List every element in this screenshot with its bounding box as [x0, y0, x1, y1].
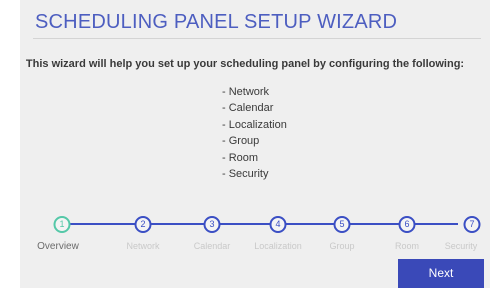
step-6-indicator[interactable]: 6 [398, 216, 416, 233]
step-1-label: Overview [37, 241, 79, 252]
step-4-indicator[interactable]: 4 [269, 216, 287, 233]
step-2-indicator[interactable]: 2 [134, 216, 152, 233]
step-1-indicator[interactable]: 1 [53, 216, 71, 233]
step-3-indicator[interactable]: 3 [203, 216, 221, 233]
step-4-label: Localization [254, 241, 302, 251]
step-7-indicator[interactable]: 7 [463, 216, 481, 233]
step-5-indicator[interactable]: 5 [333, 216, 351, 233]
next-button[interactable]: Next [398, 259, 484, 288]
step-6-label: Room [394, 241, 420, 251]
step-progress: 1 2 3 4 5 6 7 Overview Network Calendar … [0, 0, 490, 288]
wizard-panel: SCHEDULING PANEL SETUP WIZARD This wizar… [20, 0, 490, 288]
step-3-label: Calendar [193, 241, 231, 251]
step-7-label: Security [444, 241, 478, 251]
step-2-label: Network [126, 241, 160, 251]
step-5-label: Group [329, 241, 355, 251]
